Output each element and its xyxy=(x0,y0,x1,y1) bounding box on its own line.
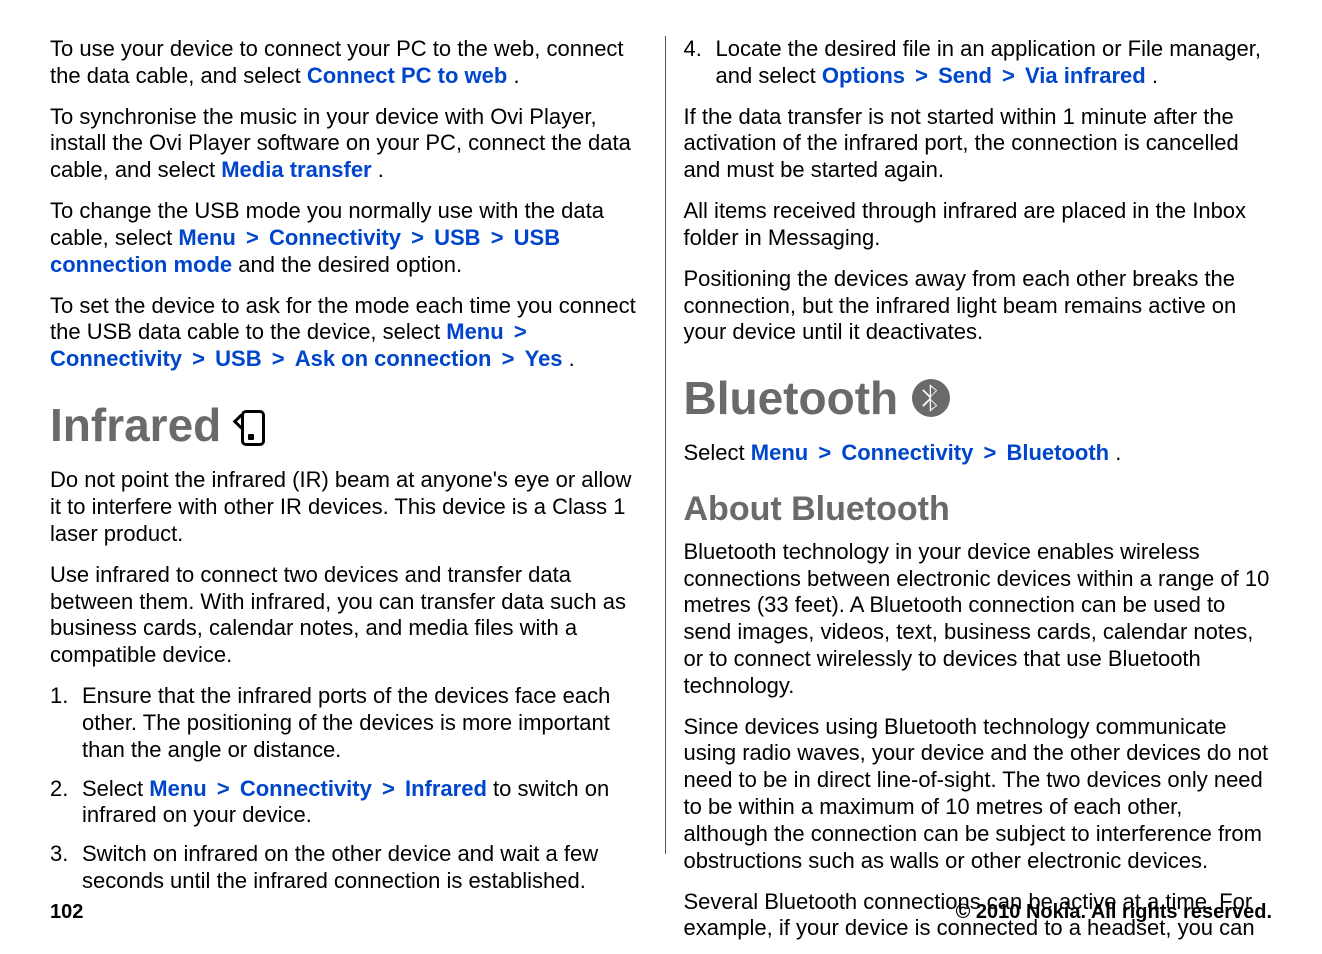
text: . xyxy=(1115,440,1121,465)
link-connectivity[interactable]: Connectivity xyxy=(269,225,401,250)
text: To set the device to ask for the mode ea… xyxy=(50,293,636,345)
breadcrumb-separator: > xyxy=(814,440,835,465)
list-item-text: Ensure that the infrared ports of the de… xyxy=(82,683,639,763)
page-number: 102 xyxy=(50,901,83,924)
breadcrumb-separator: > xyxy=(498,346,519,371)
link-connectivity[interactable]: Connectivity xyxy=(841,440,973,465)
paragraph-bt-radio: Since devices using Bluetooth technology… xyxy=(684,714,1273,875)
page-footer: 102 © 2010 Nokia. All rights reserved. xyxy=(50,901,1272,924)
link-media-transfer[interactable]: Media transfer xyxy=(221,157,371,182)
text: Select xyxy=(82,776,149,801)
two-column-layout: To use your device to connect your PC to… xyxy=(50,36,1272,854)
left-column: To use your device to connect your PC to… xyxy=(50,36,655,854)
text: . xyxy=(378,157,384,182)
breadcrumb-separator: > xyxy=(188,346,209,371)
list-item: Select Menu > Connectivity > Infrared to… xyxy=(50,776,639,830)
link-infrared[interactable]: Infrared xyxy=(405,776,487,801)
link-menu[interactable]: Menu xyxy=(178,225,235,250)
paragraph-ir-warning: Do not point the infrared (IR) beam at a… xyxy=(50,467,639,547)
breadcrumb-separator: > xyxy=(242,225,263,250)
breadcrumb-separator: > xyxy=(407,225,428,250)
link-via-infrared[interactable]: Via infrared xyxy=(1025,63,1146,88)
text: and the desired option. xyxy=(238,252,462,277)
right-column: Locate the desired file in an applicatio… xyxy=(665,36,1273,854)
heading-about-bluetooth: About Bluetooth xyxy=(684,489,1273,530)
breadcrumb-separator: > xyxy=(487,225,508,250)
text: . xyxy=(569,346,575,371)
paragraph-connect-pc: To use your device to connect your PC to… xyxy=(50,36,639,90)
breadcrumb-separator: > xyxy=(979,440,1000,465)
paragraph-ir-positioning: Positioning the devices away from each o… xyxy=(684,266,1273,346)
infrared-steps-list: Ensure that the infrared ports of the de… xyxy=(50,683,639,895)
heading-infrared: Infrared xyxy=(50,397,639,453)
paragraph-ir-inbox: All items received through infrared are … xyxy=(684,198,1273,252)
link-options[interactable]: Options xyxy=(822,63,905,88)
list-item-text: Select Menu > Connectivity > Infrared to… xyxy=(82,776,639,830)
paragraph-media-transfer: To synchronise the music in your device … xyxy=(50,104,639,184)
link-connect-pc-to-web[interactable]: Connect PC to web xyxy=(307,63,507,88)
link-ask-on-connection[interactable]: Ask on connection xyxy=(295,346,492,371)
text: Select xyxy=(684,440,751,465)
list-item-text: Switch on infrared on the other device a… xyxy=(82,841,639,895)
link-connectivity[interactable]: Connectivity xyxy=(50,346,182,371)
paragraph-ir-usage: Use infrared to connect two devices and … xyxy=(50,562,639,669)
list-item: Switch on infrared on the other device a… xyxy=(50,841,639,895)
link-send[interactable]: Send xyxy=(938,63,992,88)
breadcrumb-separator: > xyxy=(213,776,234,801)
list-item: Ensure that the infrared ports of the de… xyxy=(50,683,639,763)
paragraph-bt-tech: Bluetooth technology in your device enab… xyxy=(684,539,1273,700)
infrared-icon xyxy=(235,406,265,444)
link-menu[interactable]: Menu xyxy=(149,776,206,801)
link-usb[interactable]: USB xyxy=(215,346,261,371)
list-item-text: Locate the desired file in an applicatio… xyxy=(716,36,1273,90)
paragraph-bluetooth-select: Select Menu > Connectivity > Bluetooth . xyxy=(684,440,1273,467)
link-menu[interactable]: Menu xyxy=(446,319,503,344)
link-menu[interactable]: Menu xyxy=(751,440,808,465)
heading-text: Bluetooth xyxy=(684,370,899,426)
breadcrumb-separator: > xyxy=(378,776,399,801)
link-yes[interactable]: Yes xyxy=(525,346,563,371)
breadcrumb-separator: > xyxy=(911,63,932,88)
paragraph-ask-connection: To set the device to ask for the mode ea… xyxy=(50,293,639,373)
breadcrumb-separator: > xyxy=(268,346,289,371)
breadcrumb-separator: > xyxy=(510,319,531,344)
list-item: Locate the desired file in an applicatio… xyxy=(684,36,1273,90)
paragraph-ir-timeout: If the data transfer is not started with… xyxy=(684,104,1273,184)
copyright-text: © 2010 Nokia. All rights reserved. xyxy=(956,901,1272,924)
breadcrumb-separator: > xyxy=(998,63,1019,88)
link-connectivity[interactable]: Connectivity xyxy=(240,776,372,801)
link-bluetooth[interactable]: Bluetooth xyxy=(1006,440,1109,465)
heading-text: Infrared xyxy=(50,397,221,453)
infrared-steps-list-continued: Locate the desired file in an applicatio… xyxy=(684,36,1273,90)
text: . xyxy=(513,63,519,88)
text: . xyxy=(1152,63,1158,88)
paragraph-usb-mode: To change the USB mode you normally use … xyxy=(50,198,639,278)
bluetooth-icon xyxy=(912,379,950,417)
link-usb[interactable]: USB xyxy=(434,225,480,250)
bluetooth-glyph xyxy=(920,383,942,413)
heading-bluetooth: Bluetooth xyxy=(684,370,1273,426)
